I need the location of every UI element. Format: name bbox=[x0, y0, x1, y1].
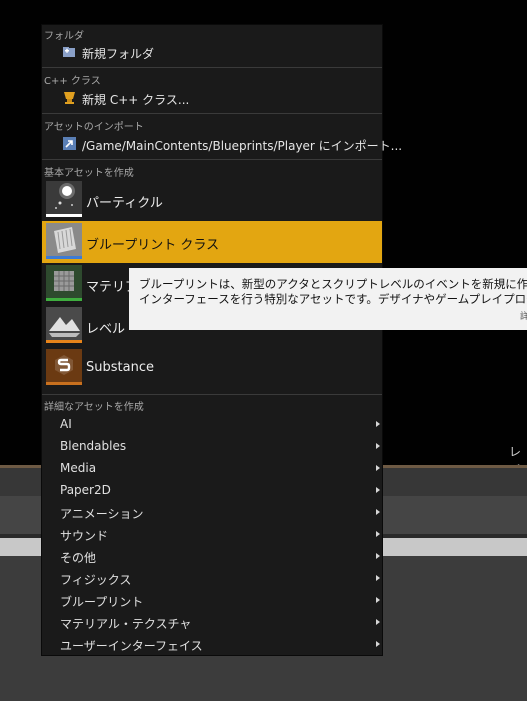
level-label: レベル bbox=[86, 322, 126, 337]
submenu-label: AI bbox=[60, 417, 72, 431]
section-header-cpp: C++ クラス bbox=[44, 76, 101, 87]
submenu-label: Blendables bbox=[60, 439, 127, 453]
menu-divider bbox=[42, 394, 382, 395]
submenu-label: その他 bbox=[60, 551, 97, 565]
section-header-folder: フォルダ bbox=[44, 31, 84, 42]
tooltip-line: ブループリントは、新型のアクタとスクリプトレベルのイベントを新規に作成す bbox=[139, 277, 527, 291]
chevron-right-icon bbox=[376, 443, 380, 449]
submenu-label: アニメーション bbox=[60, 507, 144, 521]
substance-label: Substance bbox=[86, 360, 154, 375]
submenu-ai[interactable]: AI bbox=[42, 413, 382, 435]
submenu-label: サウンド bbox=[60, 529, 109, 543]
blueprint-icon bbox=[46, 223, 82, 259]
new-cpp-class-label: 新規 C++ クラス... bbox=[82, 93, 190, 107]
submenu-media[interactable]: Media bbox=[42, 457, 382, 479]
submenu-label: マテリアル・テクスチャ bbox=[60, 617, 192, 631]
tooltip-line: インターフェースを行う特別なアセットです。デザイナやゲームプレイプログラ bbox=[139, 292, 527, 306]
chevron-right-icon bbox=[376, 465, 380, 471]
submenu-animation[interactable]: アニメーション bbox=[42, 501, 382, 523]
chevron-right-icon bbox=[376, 553, 380, 559]
cpp-class-icon bbox=[62, 90, 77, 105]
chevron-right-icon bbox=[376, 509, 380, 515]
chevron-right-icon bbox=[376, 487, 380, 493]
chevron-right-icon bbox=[376, 531, 380, 537]
submenu-label: ブループリント bbox=[60, 595, 144, 609]
section-header-basic: 基本アセットを作成 bbox=[44, 168, 134, 179]
submenu-misc[interactable]: その他 bbox=[42, 545, 382, 567]
submenu-blendables[interactable]: Blendables bbox=[42, 435, 382, 457]
folder-add-icon bbox=[62, 44, 77, 59]
submenu-material-texture[interactable]: マテリアル・テクスチャ bbox=[42, 611, 382, 633]
new-cpp-class-item[interactable]: 新規 C++ クラス... bbox=[42, 87, 382, 109]
blueprint-class-label: ブループリント クラス bbox=[86, 238, 220, 253]
chevron-right-icon bbox=[376, 619, 380, 625]
blueprint-tooltip: ブループリントは、新型のアクタとスクリプトレベルのイベントを新規に作成す インタ… bbox=[129, 268, 527, 330]
particle-label: パーティクル bbox=[86, 196, 163, 211]
submenu-paper2d[interactable]: Paper2D bbox=[42, 479, 382, 501]
submenu-label: Paper2D bbox=[60, 483, 111, 497]
submenu-blueprint[interactable]: ブループリント bbox=[42, 589, 382, 611]
section-header-advanced: 詳細なアセットを作成 bbox=[44, 402, 144, 413]
submenu-physics[interactable]: フィジックス bbox=[42, 567, 382, 589]
menu-divider bbox=[42, 67, 382, 68]
add-new-context-menu: フォルダ 新規フォルダ C++ クラス 新規 C++ クラス... アセットのイ… bbox=[41, 24, 402, 656]
submenu-label: フィジックス bbox=[60, 573, 132, 587]
chevron-right-icon bbox=[376, 597, 380, 603]
import-item[interactable]: /Game/MainContents/Blueprints/Player にイン… bbox=[42, 133, 402, 155]
create-substance-item[interactable]: Substance bbox=[42, 347, 382, 389]
create-blueprint-class-item[interactable]: ブループリント クラス bbox=[42, 221, 382, 263]
substance-icon bbox=[46, 349, 82, 385]
chevron-right-icon bbox=[376, 575, 380, 581]
section-header-import: アセットのインポート bbox=[44, 122, 144, 133]
material-icon bbox=[46, 265, 82, 301]
new-folder-item[interactable]: 新規フォルダ bbox=[42, 41, 382, 63]
chevron-right-icon bbox=[376, 641, 380, 647]
menu-divider bbox=[42, 113, 382, 114]
submenu-sound[interactable]: サウンド bbox=[42, 523, 382, 545]
submenu-label: ユーザーインターフェイス bbox=[60, 639, 203, 653]
tooltip-more-link: 詳 bbox=[520, 312, 527, 322]
import-label: /Game/MainContents/Blueprints/Player にイン… bbox=[82, 139, 403, 153]
level-icon bbox=[46, 307, 82, 343]
submenu-label: Media bbox=[60, 461, 97, 475]
particle-icon bbox=[46, 181, 82, 217]
create-particle-item[interactable]: パーティクル bbox=[42, 179, 382, 221]
chevron-right-icon bbox=[376, 421, 380, 427]
import-icon bbox=[62, 136, 77, 151]
submenu-user-interface[interactable]: ユーザーインターフェイス bbox=[42, 633, 382, 655]
menu-divider bbox=[42, 159, 382, 160]
new-folder-label: 新規フォルダ bbox=[82, 47, 155, 61]
